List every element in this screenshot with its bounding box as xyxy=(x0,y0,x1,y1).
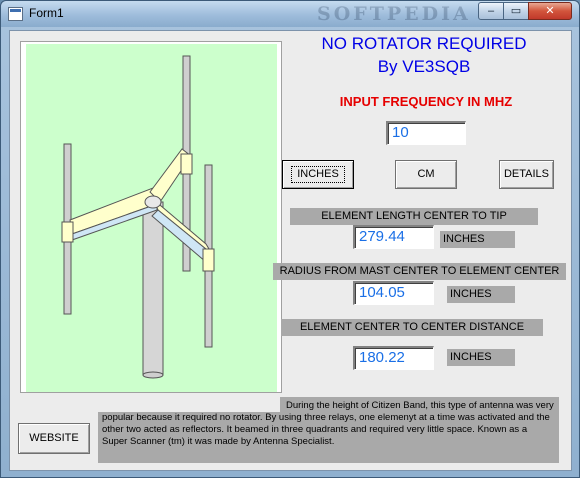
website-button[interactable]: WEBSITE xyxy=(18,423,90,454)
softpedia-watermark: SOFTPEDIA xyxy=(317,3,471,25)
inches-button[interactable]: INCHES xyxy=(282,160,354,189)
app-heading: NO ROTATOR REQUIRED xyxy=(321,34,527,53)
center-distance-unit: INCHES xyxy=(447,349,515,366)
close-button[interactable]: ✕ xyxy=(528,2,572,20)
radius-label: RADIUS FROM MAST CENTER TO ELEMENT CENTE… xyxy=(273,263,566,280)
description-panel: During the height of Citizen Band, this … xyxy=(98,397,559,463)
frequency-input[interactable]: 10 xyxy=(386,121,466,145)
title-bar[interactable]: Form1 SOFTPEDIA – ▭ ✕ xyxy=(1,1,579,27)
radius-value[interactable]: 104.05 xyxy=(353,281,434,305)
form-client-area: NO ROTATOR REQUIRED By VE3SQB INPUT FREQ… xyxy=(9,30,572,471)
antenna-picture-frame xyxy=(20,41,282,393)
frequency-label: INPUT FREQUENCY IN MHZ xyxy=(339,94,513,109)
app-window: Form1 SOFTPEDIA – ▭ ✕ NO ROTATOR REQUIRE… xyxy=(0,0,580,478)
center-distance-label: ELEMENT CENTER TO CENTER DISTANCE xyxy=(281,319,543,336)
element-length-value[interactable]: 279.44 xyxy=(353,225,434,249)
minimize-button[interactable]: – xyxy=(478,2,504,20)
details-button[interactable]: DETAILS xyxy=(499,160,554,189)
center-distance-value[interactable]: 180.22 xyxy=(353,346,434,370)
author-heading: By VE3SQB xyxy=(377,57,471,76)
description-text: During the height of Citizen Band, this … xyxy=(102,400,554,447)
maximize-button[interactable]: ▭ xyxy=(503,2,529,20)
inches-button-label: INCHES xyxy=(291,166,345,183)
element-length-label: ELEMENT LENGTH CENTER TO TIP xyxy=(290,208,538,225)
cm-button[interactable]: CM xyxy=(395,160,457,189)
antenna-3d-illustration xyxy=(26,44,277,392)
radius-unit: INCHES xyxy=(447,286,515,303)
antenna-drawing xyxy=(61,55,215,379)
app-icon xyxy=(8,7,23,21)
window-title: Form1 xyxy=(29,6,64,20)
element-length-unit: INCHES xyxy=(440,231,515,248)
